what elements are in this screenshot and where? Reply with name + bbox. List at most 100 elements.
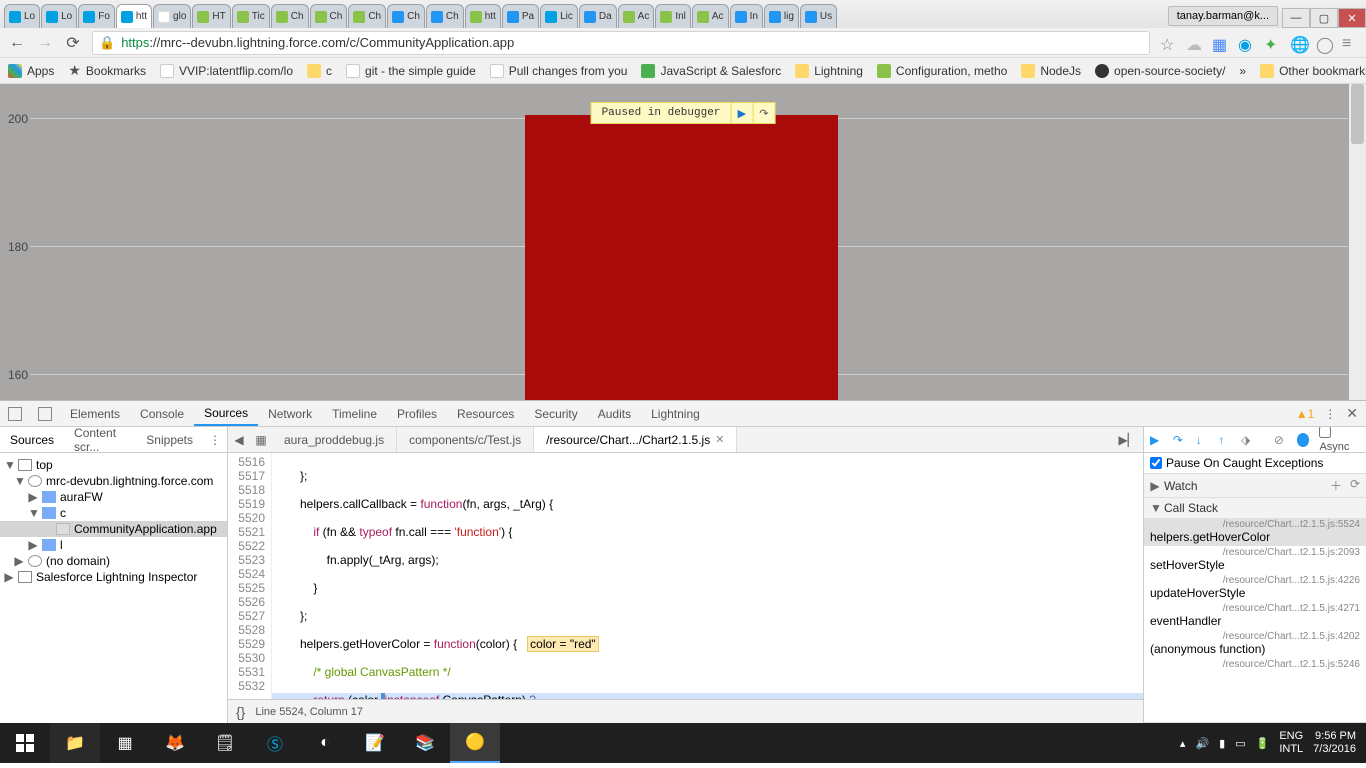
start-button[interactable] (0, 723, 50, 763)
bookmark-item[interactable]: JavaScript & Salesforc (641, 64, 781, 78)
step-into-icon[interactable]: ↓ (1196, 433, 1209, 447)
bookmarks-folder[interactable]: ★Bookmarks (68, 62, 146, 79)
chrome-tab[interactable]: Fo (78, 4, 115, 28)
chrome-tab[interactable]: HT (192, 4, 230, 28)
tray-overflow-icon[interactable]: ▴ (1180, 737, 1186, 750)
chrome-tab[interactable]: Lic (540, 4, 578, 28)
devtools-menu-icon[interactable]: ⋮ (1324, 407, 1336, 421)
line-number[interactable]: 5524 (230, 567, 265, 581)
chrome-tab[interactable]: Lo (41, 4, 77, 28)
file-tab[interactable]: components/c/Test.js (397, 427, 534, 452)
tab-elements[interactable]: Elements (60, 401, 130, 426)
chrome-tab[interactable]: Inl (655, 4, 691, 28)
chrome-tab[interactable]: glo (153, 4, 191, 28)
line-number[interactable]: 5529 (230, 637, 265, 651)
extension-icon[interactable]: 🌐 (1290, 35, 1306, 51)
line-number[interactable]: 5519 (230, 497, 265, 511)
language-indicator[interactable]: ENGINTL (1279, 730, 1303, 756)
extension-icon[interactable]: ◉ (1238, 35, 1254, 51)
async-checkbox[interactable] (1319, 427, 1331, 438)
close-tab-icon[interactable]: ✕ (715, 433, 724, 446)
tree-top-frame[interactable]: ▼top (0, 457, 227, 473)
call-stack-frame[interactable]: /resource/Chart...t2.1.5.js:4271eventHan… (1144, 602, 1366, 630)
extension-icon[interactable]: ☁ (1186, 35, 1202, 51)
tab-sources[interactable]: Sources (194, 401, 258, 426)
file-nav-list-icon[interactable]: ▦ (250, 433, 272, 447)
chrome-tab[interactable]: Lo (4, 4, 40, 28)
pretty-print-icon[interactable]: {} (236, 704, 245, 720)
line-number[interactable]: 5523 (230, 553, 265, 567)
step-out-icon[interactable]: ↑ (1218, 433, 1231, 447)
tab-timeline[interactable]: Timeline (322, 401, 387, 426)
file-nav-forward-icon[interactable]: ▶▏ (1113, 433, 1143, 447)
chrome-tab[interactable]: Ch (271, 4, 309, 28)
bookmark-item[interactable]: Configuration, metho (877, 64, 1007, 78)
scrollbar-thumb[interactable] (1351, 84, 1364, 144)
chrome-user-badge[interactable]: tanay.barman@k... (1168, 6, 1278, 26)
reload-button[interactable]: ⟳ (64, 34, 82, 52)
clock[interactable]: 9:56 PM7/3/2016 (1313, 730, 1356, 756)
pause-caught-checkbox[interactable] (1150, 457, 1162, 469)
line-number[interactable]: 5530 (230, 651, 265, 665)
chrome-tab[interactable]: Ch (310, 4, 348, 28)
action-center-icon[interactable]: ▭ (1235, 737, 1245, 750)
bookmark-item[interactable]: open-source-society/ (1095, 64, 1225, 78)
bookmark-item[interactable]: Pull changes from you (490, 64, 628, 78)
deactivate-breakpoints-icon[interactable]: ⬗ (1241, 433, 1254, 447)
close-button[interactable]: ✕ (1338, 8, 1366, 28)
code-area[interactable]: 5516551755185519552055215522552355245525… (228, 453, 1143, 699)
call-stack-frame[interactable]: /resource/Chart...t2.1.5.js:5246 (1144, 658, 1366, 672)
file-nav-back-icon[interactable]: ◀ (228, 433, 250, 447)
tree-folder[interactable]: ▶auraFW (0, 489, 227, 505)
back-button[interactable]: ← (8, 34, 26, 52)
bookmark-overflow[interactable]: » (1239, 64, 1246, 78)
tree-file[interactable]: CommunityApplication.app (0, 521, 227, 537)
extension-icon[interactable]: ◯ (1316, 35, 1332, 51)
bookmark-folder[interactable]: Lightning (795, 64, 863, 78)
line-number[interactable]: 5521 (230, 525, 265, 539)
forward-button[interactable]: → (36, 34, 54, 52)
chrome-tab[interactable]: Da (579, 4, 617, 28)
network-icon[interactable]: ▮ (1219, 737, 1225, 750)
chrome-tab[interactable]: Us (800, 4, 837, 28)
resume-icon[interactable]: ▶ (1150, 433, 1163, 447)
chrome-tab[interactable]: Ch (426, 4, 464, 28)
chrome-tab[interactable]: Ch (348, 4, 386, 28)
apps-shortcut[interactable]: Apps (8, 64, 54, 78)
bookmark-item[interactable]: git - the simple guide (346, 64, 476, 78)
battery-icon[interactable]: 🔋 (1256, 737, 1270, 750)
line-number[interactable]: 5532 (230, 679, 265, 693)
minimize-button[interactable]: — (1282, 8, 1310, 28)
tree-extension[interactable]: ▶Salesforce Lightning Inspector (0, 569, 227, 585)
tree-folder[interactable]: ▼c (0, 505, 227, 521)
navtab-sources[interactable]: Sources (0, 427, 64, 452)
tab-console[interactable]: Console (130, 401, 194, 426)
bookmark-star-icon[interactable]: ☆ (1160, 35, 1176, 51)
chrome-tab[interactable]: Tic (232, 4, 270, 28)
device-toolbar-icon[interactable] (38, 407, 52, 421)
maximize-button[interactable]: ▢ (1310, 8, 1338, 28)
taskbar-app-explorer[interactable]: 📁 (50, 723, 100, 763)
taskbar-app-chrome[interactable]: 🟡 (450, 723, 500, 763)
call-stack-frame[interactable]: /resource/Chart...t2.1.5.js:4202(anonymo… (1144, 630, 1366, 658)
chrome-tab[interactable]: htt (465, 4, 501, 28)
chrome-tab[interactable]: Pa (502, 4, 539, 28)
taskbar-app-sticky[interactable]: 🗒 (200, 723, 250, 763)
navigator-menu-icon[interactable]: ⋮ (203, 433, 227, 447)
call-stack-frame[interactable]: /resource/Chart...t2.1.5.js:4226updateHo… (1144, 574, 1366, 602)
devtools-close-icon[interactable]: ✕ (1346, 405, 1358, 422)
line-number[interactable]: 5525 (230, 581, 265, 595)
step-over-button[interactable]: ↷ (752, 103, 774, 123)
tab-network[interactable]: Network (258, 401, 322, 426)
tab-security[interactable]: Security (524, 401, 587, 426)
line-number[interactable]: 5527 (230, 609, 265, 623)
line-number[interactable]: 5528 (230, 623, 265, 637)
bookmark-folder[interactable]: c (307, 64, 332, 78)
pause-exceptions-icon[interactable] (1297, 433, 1310, 447)
page-scrollbar[interactable] (1349, 84, 1366, 400)
tab-resources[interactable]: Resources (447, 401, 524, 426)
line-number[interactable]: 5518 (230, 483, 265, 497)
chrome-tab[interactable]: lig (764, 4, 799, 28)
line-number[interactable]: 5522 (230, 539, 265, 553)
taskbar-app-winrar[interactable]: 📚 (400, 723, 450, 763)
